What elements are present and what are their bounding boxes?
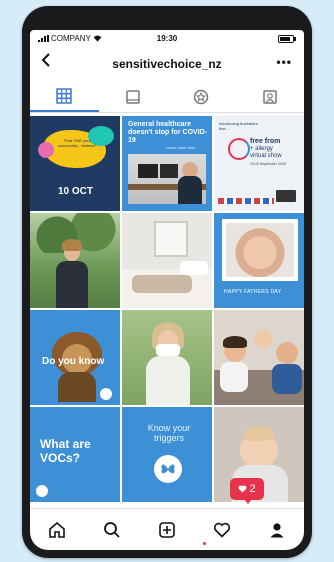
butterfly-icon [161, 464, 175, 474]
phone-screen: COMPANY 19:30 sensitivechoice_nz ••• "Fi… [30, 30, 304, 550]
sponsor-logos-strip [218, 198, 274, 204]
butterfly-logo-icon [100, 388, 112, 400]
post-event-date: 19-20 September 2020 [250, 162, 286, 166]
child-hair-shape [223, 336, 247, 348]
status-time: 19:30 [156, 34, 178, 43]
logo-ring-shape [228, 138, 250, 160]
post-thumbnail[interactable] [30, 213, 120, 308]
heart-icon [238, 485, 247, 493]
child-head-shape [276, 342, 298, 364]
window-shape [154, 221, 188, 257]
hands-photo [226, 223, 294, 277]
post-allergy: + allergy [250, 146, 273, 152]
phone-frame: COMPANY 19:30 sensitivechoice_nz ••• "Fi… [22, 6, 312, 558]
post-thumbnail[interactable] [122, 310, 212, 405]
tv-icon [126, 90, 140, 104]
post-thumbnail[interactable]: What are VOCs? [30, 407, 120, 502]
profile-icon [270, 523, 284, 538]
post-free-from: free from [250, 138, 281, 145]
blanket-shape [132, 275, 192, 293]
person-body-shape [56, 261, 88, 308]
tab-tagged[interactable] [236, 82, 305, 112]
butterfly-logo-icon [36, 485, 48, 497]
post-thumbnail[interactable]: "Find ONE your community... Asthma" 10 O… [30, 116, 120, 211]
tagged-person-icon [263, 90, 277, 104]
post-show: virtual show [250, 153, 282, 159]
posts-grid: "Find ONE your community... Asthma" 10 O… [30, 116, 304, 502]
photo-frame [222, 219, 298, 281]
grid-icon [56, 88, 72, 104]
status-bar: COMPANY 19:30 [30, 30, 304, 48]
post-thumbnail[interactable]: HAPPY FATHERS DAY [214, 213, 304, 308]
profile-username: sensitivechoice_nz [112, 57, 222, 71]
tissue-shape [156, 344, 180, 356]
dog-body-shape [58, 372, 96, 402]
post-quote: "Find ONE your community... Asthma" [57, 138, 97, 148]
tab-guides[interactable] [167, 82, 236, 112]
more-options-button[interactable]: ••• [276, 55, 292, 69]
star-badge-icon [194, 89, 209, 105]
post-thumbnail[interactable]: Do you know [30, 310, 120, 405]
child-body-shape [220, 362, 248, 392]
nav-create[interactable] [154, 517, 180, 543]
post-subtitle: Learn more here [166, 145, 196, 150]
post-date: 10 OCT [58, 186, 94, 197]
monitor-shape [138, 164, 158, 178]
notification-count: 2 [249, 483, 256, 495]
post-title: What are VOCs? [40, 437, 91, 465]
child-head-shape [254, 330, 272, 348]
post-title: Do you know [42, 356, 105, 367]
monitor-shape [160, 164, 178, 178]
child-body-shape [272, 364, 302, 394]
post-intro: Introducing Australia's first... [219, 121, 259, 131]
post-thumbnail[interactable] [122, 213, 212, 308]
post-caption: HAPPY FATHERS DAY [224, 289, 282, 295]
laptop-shape [276, 190, 296, 202]
nav-search[interactable] [99, 517, 125, 543]
bottom-navigation [30, 508, 304, 550]
post-thumbnail[interactable]: General healthcare doesn't stop for COVI… [122, 116, 212, 211]
nav-home[interactable] [44, 517, 70, 543]
tab-igtv[interactable] [99, 82, 168, 112]
nav-activity[interactable] [209, 517, 235, 543]
person-body-shape [146, 356, 190, 405]
battery-icon [278, 35, 296, 43]
activity-indicator-dot [203, 542, 206, 545]
person-body-shape [178, 176, 202, 204]
search-icon [104, 522, 120, 538]
tab-grid[interactable] [30, 82, 99, 112]
nav-profile[interactable] [264, 517, 290, 543]
office-photo [128, 154, 206, 204]
baby-hair-shape [244, 427, 274, 441]
pillow-shape [180, 261, 208, 275]
post-title: Know your triggers [147, 423, 191, 443]
add-post-icon [159, 522, 175, 538]
post-title: General healthcare doesn't stop for COVI… [128, 121, 208, 144]
profile-tabs [30, 82, 304, 113]
likes-notification-badge[interactable]: 2 [230, 478, 264, 504]
person-hair-shape [62, 239, 82, 251]
butterfly-logo-icon [154, 455, 182, 483]
post-thumbnail[interactable]: Introducing Australia's first... free fr… [214, 116, 304, 211]
post-thumbnail[interactable] [214, 310, 304, 405]
home-icon [49, 521, 66, 538]
post-thumbnail[interactable]: Know your triggers [122, 407, 212, 502]
heart-outline-icon [213, 522, 230, 538]
profile-header: sensitivechoice_nz ••• [30, 48, 304, 78]
